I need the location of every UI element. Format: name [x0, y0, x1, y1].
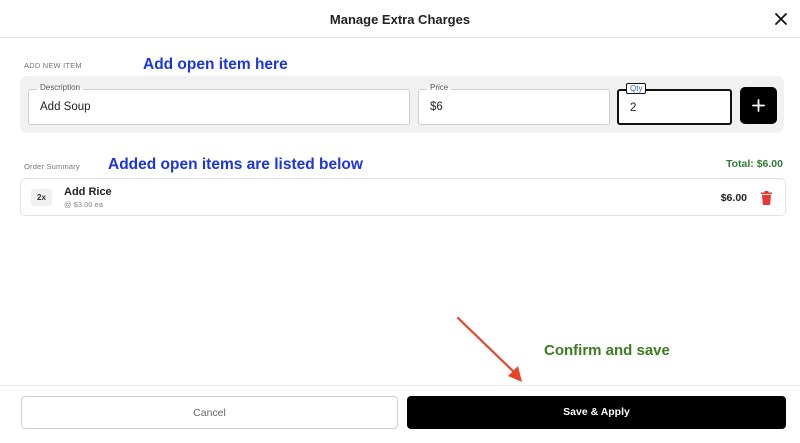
item-qty-badge: 2x — [31, 189, 52, 206]
add-new-item-label: ADD NEW ITEM — [24, 61, 82, 70]
modal-header: Manage Extra Charges — [0, 0, 800, 38]
trash-icon[interactable] — [760, 191, 773, 205]
order-item-row: 2x Add Rice @ $3.00 ea $6.00 — [20, 178, 786, 216]
annotation-confirm-save: Confirm and save — [544, 342, 670, 359]
price-field[interactable]: Price $6 — [418, 83, 610, 125]
footer-divider — [0, 385, 800, 386]
order-total: Total: $6.00 — [726, 158, 783, 170]
close-icon[interactable] — [772, 10, 790, 28]
description-field[interactable]: Description Add Soup — [28, 83, 410, 125]
save-apply-button[interactable]: Save & Apply — [407, 396, 786, 429]
add-item-panel: Description Add Soup Price $6 Qty 2 — [20, 76, 784, 133]
description-label: Description — [37, 83, 84, 92]
order-summary-label: Order Summary — [24, 162, 80, 171]
description-value[interactable]: Add Soup — [40, 101, 91, 113]
qty-value[interactable]: 2 — [630, 102, 636, 114]
plus-icon — [752, 99, 765, 112]
modal-title: Manage Extra Charges — [329, 12, 471, 27]
qty-label: Qty — [626, 83, 647, 94]
price-value[interactable]: $6 — [430, 101, 443, 113]
annotation-add-open-item: Add open item here — [143, 56, 288, 73]
cancel-button[interactable]: Cancel — [21, 396, 398, 429]
arrow-icon — [456, 316, 522, 382]
item-unit-price: @ $3.00 ea — [64, 200, 103, 209]
qty-field[interactable]: Qty 2 — [617, 83, 732, 125]
price-label: Price — [427, 83, 452, 92]
item-name: Add Rice — [64, 186, 112, 198]
item-total-price: $6.00 — [720, 192, 747, 204]
annotation-items-listed: Added open items are listed below — [108, 156, 363, 173]
add-item-button[interactable] — [740, 87, 777, 124]
